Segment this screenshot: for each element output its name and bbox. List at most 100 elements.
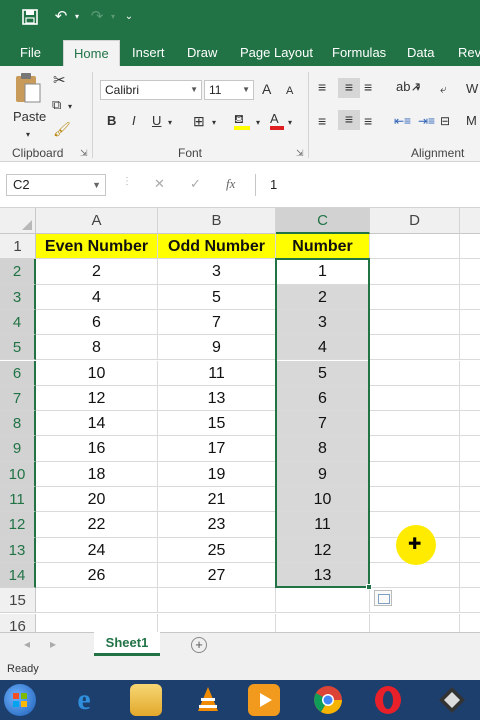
- resize-handle-icon[interactable]: ⋮: [122, 176, 132, 187]
- borders-icon[interactable]: ⊞: [193, 112, 205, 130]
- row-header[interactable]: 7: [0, 385, 36, 412]
- wrap-text-label[interactable]: W: [466, 80, 478, 98]
- cell-even-number[interactable]: 20: [36, 487, 158, 513]
- align-middle-icon[interactable]: ≡: [338, 78, 360, 98]
- tab-file[interactable]: File: [20, 40, 41, 66]
- empty-cell[interactable]: [370, 613, 460, 632]
- font-name-select[interactable]: Calibri ▼: [100, 80, 202, 100]
- empty-cell[interactable]: [370, 436, 460, 462]
- cell-number[interactable]: 2: [276, 284, 370, 310]
- column-header-b[interactable]: B: [158, 208, 276, 234]
- cell-even-number[interactable]: 8: [36, 335, 158, 361]
- empty-cell[interactable]: [370, 335, 460, 361]
- cell-even-number[interactable]: 12: [36, 385, 158, 412]
- empty-cell[interactable]: [460, 386, 480, 412]
- cancel-icon[interactable]: ✕: [154, 176, 165, 192]
- empty-cell[interactable]: [460, 259, 480, 285]
- empty-cell[interactable]: [460, 436, 480, 462]
- merge-label[interactable]: M: [466, 112, 477, 130]
- tab-data[interactable]: Data: [407, 40, 434, 66]
- column-header-d[interactable]: D: [370, 208, 460, 234]
- empty-cell[interactable]: [370, 461, 460, 487]
- cell-odd-number[interactable]: 25: [158, 537, 276, 563]
- cell-number[interactable]: 12: [276, 537, 370, 563]
- row-header[interactable]: 9: [0, 436, 36, 462]
- shrink-font-button[interactable]: A: [286, 82, 293, 100]
- italic-button[interactable]: I: [132, 112, 136, 130]
- clipboard-launcher-icon[interactable]: ⇲: [80, 148, 88, 159]
- paste-dropdown-icon[interactable]: ▾: [26, 126, 30, 144]
- underline-dropdown-icon[interactable]: ▾: [168, 114, 172, 132]
- file-explorer-icon[interactable]: [130, 684, 162, 716]
- tab-draw[interactable]: Draw: [187, 40, 217, 66]
- empty-cell[interactable]: [460, 361, 480, 386]
- header-cell-odd-number[interactable]: Odd Number: [158, 234, 276, 260]
- cell-odd-number[interactable]: 17: [158, 436, 276, 462]
- row-header[interactable]: 6: [0, 360, 36, 386]
- decrease-indent-icon[interactable]: ⇤≡: [394, 112, 411, 130]
- cell-even-number[interactable]: 14: [36, 411, 158, 437]
- empty-cell[interactable]: [460, 335, 480, 361]
- empty-cell[interactable]: [158, 588, 276, 614]
- row-header[interactable]: 4: [0, 309, 36, 336]
- font-color-button[interactable]: A: [270, 110, 286, 130]
- align-center-icon[interactable]: ≡: [338, 110, 360, 130]
- cell-number[interactable]: 3: [276, 309, 370, 336]
- align-right-icon[interactable]: ≡: [364, 112, 372, 130]
- column-header-c[interactable]: C: [276, 208, 370, 234]
- redo-icon[interactable]: ↷: [86, 6, 108, 28]
- empty-cell[interactable]: [460, 462, 480, 487]
- cell-number[interactable]: 1: [276, 259, 370, 285]
- undo-dropdown-icon[interactable]: ▾: [72, 6, 82, 28]
- format-painter-icon[interactable]: 🖌: [53, 120, 71, 138]
- grow-font-button[interactable]: A: [262, 80, 271, 98]
- empty-cell[interactable]: [460, 563, 480, 589]
- cell-even-number[interactable]: 16: [36, 436, 158, 462]
- empty-cell[interactable]: [370, 360, 460, 386]
- row-header[interactable]: 3: [0, 284, 36, 310]
- cell-odd-number[interactable]: 21: [158, 487, 276, 513]
- empty-cell[interactable]: [460, 411, 480, 437]
- cell-odd-number[interactable]: 9: [158, 335, 276, 361]
- cell-even-number[interactable]: 24: [36, 537, 158, 563]
- increase-indent-icon[interactable]: ⇥≡: [418, 112, 435, 130]
- cell-even-number[interactable]: 6: [36, 309, 158, 336]
- empty-cell[interactable]: [370, 284, 460, 310]
- save-icon[interactable]: [22, 6, 40, 28]
- empty-cell[interactable]: [370, 234, 460, 260]
- empty-cell[interactable]: [460, 588, 480, 614]
- fill-color-button[interactable]: ⛾: [234, 110, 252, 130]
- cell-odd-number[interactable]: 27: [158, 562, 276, 589]
- column-header-e[interactable]: [460, 208, 480, 234]
- cell-odd-number[interactable]: 19: [158, 461, 276, 487]
- column-header-a[interactable]: A: [36, 208, 158, 234]
- cell-odd-number[interactable]: 11: [158, 360, 276, 386]
- empty-cell[interactable]: [370, 562, 460, 589]
- app-icon[interactable]: [436, 684, 468, 716]
- tab-page-layout[interactable]: Page Layout: [240, 40, 313, 66]
- wrap-text-icon[interactable]: ⤶: [440, 80, 447, 98]
- tab-home[interactable]: Home: [63, 40, 120, 66]
- empty-cell[interactable]: [370, 487, 460, 513]
- tab-review[interactable]: Revi: [458, 40, 480, 66]
- spreadsheet-grid[interactable]: A B C D 1 2 3 4 5 6 7 8 9 10 11 12 13 14 15 16 Even Number Od…: [0, 208, 480, 632]
- sheet-tab-sheet1[interactable]: Sheet1: [94, 632, 160, 656]
- row-header[interactable]: 8: [0, 411, 36, 437]
- empty-cell[interactable]: [370, 411, 460, 437]
- cell-number[interactable]: 9: [276, 461, 370, 487]
- tab-insert[interactable]: Insert: [132, 40, 165, 66]
- formula-input[interactable]: 1: [255, 174, 480, 196]
- row-header[interactable]: 13: [0, 537, 36, 563]
- paste-button[interactable]: [14, 72, 44, 106]
- empty-cell[interactable]: [460, 234, 480, 260]
- cell-number[interactable]: 5: [276, 360, 370, 386]
- row-header[interactable]: 11: [0, 487, 36, 513]
- cell-even-number[interactable]: 22: [36, 512, 158, 538]
- cell-even-number[interactable]: 4: [36, 284, 158, 310]
- copy-icon[interactable]: ⧉: [52, 96, 61, 114]
- empty-cell[interactable]: [36, 588, 158, 614]
- fill-dropdown-icon[interactable]: ▾: [256, 114, 260, 132]
- empty-cell[interactable]: [370, 259, 460, 285]
- cell-odd-number[interactable]: 23: [158, 512, 276, 538]
- row-header[interactable]: 10: [0, 461, 36, 487]
